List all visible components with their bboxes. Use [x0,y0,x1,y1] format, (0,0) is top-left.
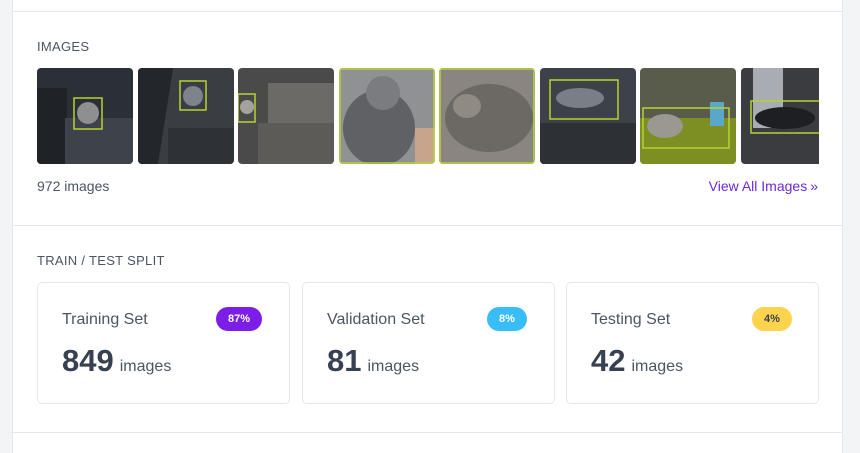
images-section-title: IMAGES [37,39,90,54]
view-all-images-label: View All Images [708,178,808,194]
count-unit: images [631,358,684,375]
card-label: Training Set [62,311,148,328]
image-count: 42 [591,343,626,378]
count-unit: images [367,358,420,375]
image-thumbnail[interactable] [540,68,636,164]
bottom-panel-edge [12,433,843,453]
training-set-card[interactable]: Training Set 87% 849 images [37,282,290,404]
image-thumbnail[interactable] [741,68,819,164]
percentage-badge: 87% [216,307,263,331]
image-thumbnail[interactable] [138,68,234,164]
validation-set-card[interactable]: Validation Set 8% 81 images [302,282,555,404]
image-count: 81 [327,343,362,378]
percentage-badge: 8% [487,307,527,331]
view-all-images-link[interactable]: View All Images» [709,178,818,194]
image-count: 849 [62,343,114,378]
top-panel-edge [12,0,843,12]
image-thumbnail[interactable] [640,68,736,164]
image-count-line: 42 images [591,343,683,379]
percentage-badge: 4% [752,307,792,331]
image-count-line: 81 images [327,343,419,379]
image-thumbnail[interactable] [439,68,535,164]
card-label: Testing Set [591,311,671,328]
split-section-title: TRAIN / TEST SPLIT [37,253,165,268]
images-count: 972 images [37,178,110,194]
image-thumbnail[interactable] [37,68,133,164]
testing-set-card[interactable]: Testing Set 4% 42 images [566,282,819,404]
image-count-line: 849 images [62,343,171,379]
images-section: IMAGES 972 images View All Images » [12,12,843,226]
image-thumbnails [37,68,819,164]
double-chevron-right-icon: » [810,178,818,194]
count-unit: images [119,358,172,375]
card-label: Validation Set [327,311,425,328]
train-test-split-section: TRAIN / TEST SPLIT Training Set 87% 849 i… [12,226,843,433]
image-thumbnail[interactable] [339,68,435,164]
image-thumbnail[interactable] [238,68,334,164]
